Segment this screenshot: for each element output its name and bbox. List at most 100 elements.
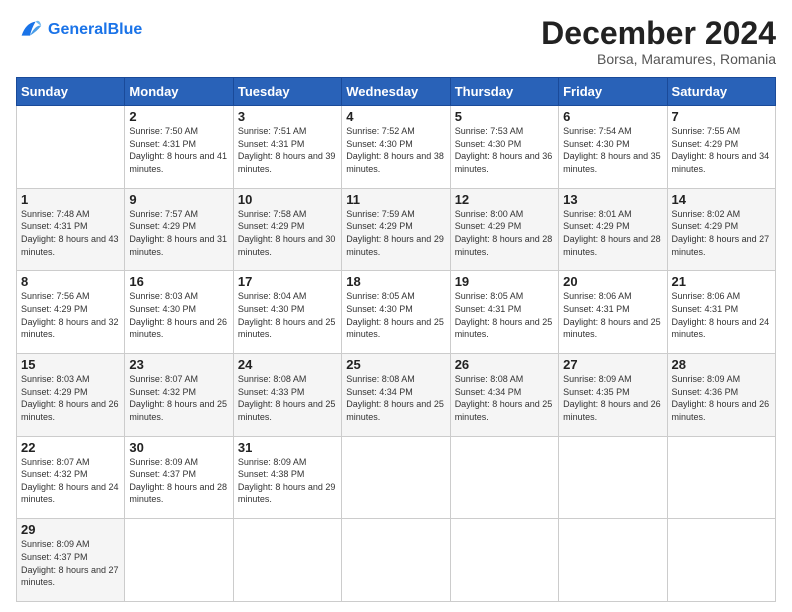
day-number: 12 [455,192,554,207]
calendar-cell: 16Sunrise: 8:03 AMSunset: 4:30 PMDayligh… [125,271,233,354]
calendar-cell: 20Sunrise: 8:06 AMSunset: 4:31 PMDayligh… [559,271,667,354]
calendar-cell: 10Sunrise: 7:58 AMSunset: 4:29 PMDayligh… [233,188,341,271]
day-number: 28 [672,357,771,372]
calendar-cell: 13Sunrise: 8:01 AMSunset: 4:29 PMDayligh… [559,188,667,271]
header-thursday: Thursday [450,78,558,106]
calendar-cell: 5Sunrise: 7:53 AMSunset: 4:30 PMDaylight… [450,106,558,189]
day-info: Sunrise: 8:08 AMSunset: 4:34 PMDaylight:… [455,373,554,423]
calendar-cell [559,436,667,519]
day-number: 25 [346,357,445,372]
day-number: 16 [129,274,228,289]
calendar-cell: 17Sunrise: 8:04 AMSunset: 4:30 PMDayligh… [233,271,341,354]
day-info: Sunrise: 8:09 AMSunset: 4:38 PMDaylight:… [238,456,337,506]
logo-text: GeneralBlue [48,21,142,39]
day-info: Sunrise: 8:09 AMSunset: 4:36 PMDaylight:… [672,373,771,423]
day-info: Sunrise: 7:53 AMSunset: 4:30 PMDaylight:… [455,125,554,175]
day-info: Sunrise: 8:05 AMSunset: 4:31 PMDaylight:… [455,290,554,340]
calendar-cell [17,106,125,189]
day-number: 8 [21,274,120,289]
day-info: Sunrise: 7:48 AMSunset: 4:31 PMDaylight:… [21,208,120,258]
day-number: 19 [455,274,554,289]
day-number: 31 [238,440,337,455]
day-info: Sunrise: 8:09 AMSunset: 4:35 PMDaylight:… [563,373,662,423]
calendar-week-6: 29Sunrise: 8:09 AMSunset: 4:37 PMDayligh… [17,519,776,602]
day-number: 17 [238,274,337,289]
day-number: 11 [346,192,445,207]
day-number: 14 [672,192,771,207]
calendar-cell: 12Sunrise: 8:00 AMSunset: 4:29 PMDayligh… [450,188,558,271]
calendar-week-4: 15Sunrise: 8:03 AMSunset: 4:29 PMDayligh… [17,354,776,437]
day-number: 6 [563,109,662,124]
calendar-cell: 9Sunrise: 7:57 AMSunset: 4:29 PMDaylight… [125,188,233,271]
day-number: 2 [129,109,228,124]
calendar-cell [450,436,558,519]
calendar-cell: 29Sunrise: 8:09 AMSunset: 4:37 PMDayligh… [17,519,125,602]
day-number: 13 [563,192,662,207]
calendar-cell [233,519,341,602]
header-wednesday: Wednesday [342,78,450,106]
header: GeneralBlue December 2024 Borsa, Maramur… [16,16,776,67]
calendar-cell: 11Sunrise: 7:59 AMSunset: 4:29 PMDayligh… [342,188,450,271]
calendar-table: Sunday Monday Tuesday Wednesday Thursday… [16,77,776,602]
day-number: 21 [672,274,771,289]
calendar-week-2: 1Sunrise: 7:48 AMSunset: 4:31 PMDaylight… [17,188,776,271]
header-friday: Friday [559,78,667,106]
calendar-cell [342,436,450,519]
calendar-cell [559,519,667,602]
calendar-cell: 19Sunrise: 8:05 AMSunset: 4:31 PMDayligh… [450,271,558,354]
calendar-cell: 4Sunrise: 7:52 AMSunset: 4:30 PMDaylight… [342,106,450,189]
day-info: Sunrise: 8:07 AMSunset: 4:32 PMDaylight:… [21,456,120,506]
day-number: 23 [129,357,228,372]
day-number: 3 [238,109,337,124]
day-number: 24 [238,357,337,372]
calendar-cell: 26Sunrise: 8:08 AMSunset: 4:34 PMDayligh… [450,354,558,437]
month-title: December 2024 [541,16,776,51]
calendar-cell: 15Sunrise: 8:03 AMSunset: 4:29 PMDayligh… [17,354,125,437]
day-info: Sunrise: 7:57 AMSunset: 4:29 PMDaylight:… [129,208,228,258]
day-number: 29 [21,522,120,537]
calendar-cell: 23Sunrise: 8:07 AMSunset: 4:32 PMDayligh… [125,354,233,437]
calendar-cell: 1Sunrise: 7:48 AMSunset: 4:31 PMDaylight… [17,188,125,271]
day-number: 18 [346,274,445,289]
day-info: Sunrise: 7:59 AMSunset: 4:29 PMDaylight:… [346,208,445,258]
calendar-cell: 22Sunrise: 8:07 AMSunset: 4:32 PMDayligh… [17,436,125,519]
day-info: Sunrise: 8:02 AMSunset: 4:29 PMDaylight:… [672,208,771,258]
day-info: Sunrise: 8:04 AMSunset: 4:30 PMDaylight:… [238,290,337,340]
day-info: Sunrise: 7:58 AMSunset: 4:29 PMDaylight:… [238,208,337,258]
calendar-cell [667,519,775,602]
calendar-cell [667,436,775,519]
day-number: 4 [346,109,445,124]
calendar-cell: 7Sunrise: 7:55 AMSunset: 4:29 PMDaylight… [667,106,775,189]
calendar-week-3: 8Sunrise: 7:56 AMSunset: 4:29 PMDaylight… [17,271,776,354]
calendar-cell: 3Sunrise: 7:51 AMSunset: 4:31 PMDaylight… [233,106,341,189]
calendar-cell: 31Sunrise: 8:09 AMSunset: 4:38 PMDayligh… [233,436,341,519]
calendar-cell: 24Sunrise: 8:08 AMSunset: 4:33 PMDayligh… [233,354,341,437]
day-info: Sunrise: 8:07 AMSunset: 4:32 PMDaylight:… [129,373,228,423]
calendar-cell: 25Sunrise: 8:08 AMSunset: 4:34 PMDayligh… [342,354,450,437]
header-sunday: Sunday [17,78,125,106]
day-info: Sunrise: 8:05 AMSunset: 4:30 PMDaylight:… [346,290,445,340]
day-number: 30 [129,440,228,455]
calendar-week-1: 2Sunrise: 7:50 AMSunset: 4:31 PMDaylight… [17,106,776,189]
header-tuesday: Tuesday [233,78,341,106]
day-info: Sunrise: 7:56 AMSunset: 4:29 PMDaylight:… [21,290,120,340]
calendar-cell: 21Sunrise: 8:06 AMSunset: 4:31 PMDayligh… [667,271,775,354]
day-info: Sunrise: 8:09 AMSunset: 4:37 PMDaylight:… [129,456,228,506]
calendar-week-5: 22Sunrise: 8:07 AMSunset: 4:32 PMDayligh… [17,436,776,519]
header-monday: Monday [125,78,233,106]
day-number: 5 [455,109,554,124]
calendar-cell: 6Sunrise: 7:54 AMSunset: 4:30 PMDaylight… [559,106,667,189]
calendar-cell: 14Sunrise: 8:02 AMSunset: 4:29 PMDayligh… [667,188,775,271]
calendar-cell: 27Sunrise: 8:09 AMSunset: 4:35 PMDayligh… [559,354,667,437]
logo: GeneralBlue [16,16,142,44]
day-info: Sunrise: 7:52 AMSunset: 4:30 PMDaylight:… [346,125,445,175]
day-info: Sunrise: 8:03 AMSunset: 4:29 PMDaylight:… [21,373,120,423]
calendar-cell [450,519,558,602]
day-info: Sunrise: 8:06 AMSunset: 4:31 PMDaylight:… [563,290,662,340]
calendar-cell [125,519,233,602]
day-info: Sunrise: 7:55 AMSunset: 4:29 PMDaylight:… [672,125,771,175]
calendar-cell: 18Sunrise: 8:05 AMSunset: 4:30 PMDayligh… [342,271,450,354]
day-number: 22 [21,440,120,455]
day-number: 27 [563,357,662,372]
day-info: Sunrise: 8:06 AMSunset: 4:31 PMDaylight:… [672,290,771,340]
